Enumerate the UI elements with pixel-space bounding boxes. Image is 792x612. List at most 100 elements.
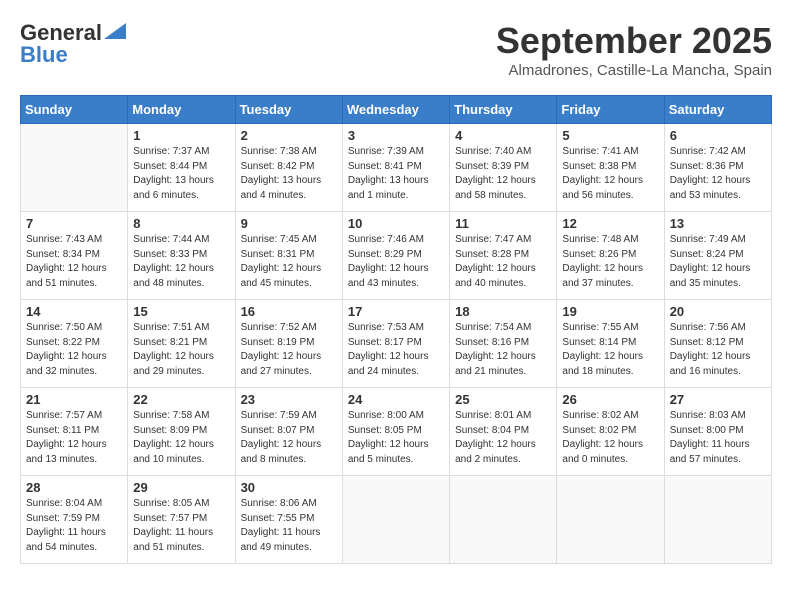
day-info: Sunrise: 7:39 AMSunset: 8:41 PMDaylight:… [348, 145, 444, 203]
day-number: 15 [133, 304, 229, 319]
day-number: 6 [670, 128, 766, 143]
calendar-day-22: 22 Sunrise: 7:58 AMSunset: 8:09 PMDayligh… [128, 388, 235, 476]
day-info: Sunrise: 7:55 AMSunset: 8:14 PMDaylight:… [562, 321, 658, 379]
day-number: 25 [455, 392, 551, 407]
calendar-day-25: 25 Sunrise: 8:01 AMSunset: 8:04 PMDayligh… [450, 388, 557, 476]
day-number: 13 [670, 216, 766, 231]
calendar-day-23: 23Sunrise: 7:59 AMSunset: 8:07 PMDayligh… [235, 388, 342, 476]
calendar-day-13: 13 Sunrise: 7:49 AMSunset: 8:24 PMDayligh… [664, 212, 771, 300]
day-number: 10 [348, 216, 444, 231]
day-info: Sunrise: 7:54 AMSunset: 8:16 PMDaylight:… [455, 321, 551, 379]
calendar-day-11: 11 Sunrise: 7:47 AMSunset: 8:28 PMDayligh… [450, 212, 557, 300]
day-info: Sunrise: 7:46 AMSunset: 8:29 PMDaylight:… [348, 233, 444, 291]
day-number: 19 [562, 304, 658, 319]
day-number: 18 [455, 304, 551, 319]
day-info: Sunrise: 8:04 AMSunset: 7:59 PMDaylight:… [26, 497, 122, 555]
day-info: Sunrise: 8:00 AMSunset: 8:05 PMDaylight:… [348, 409, 444, 467]
day-info: Sunrise: 8:01 AMSunset: 8:04 PMDaylight:… [455, 409, 551, 467]
day-info: Sunrise: 7:43 AMSunset: 8:34 PMDaylight:… [26, 233, 122, 291]
day-number: 11 [455, 216, 551, 231]
calendar-day-20: 20Sunrise: 7:56 AMSunset: 8:12 PMDayligh… [664, 300, 771, 388]
day-number: 26 [562, 392, 658, 407]
day-number: 27 [670, 392, 766, 407]
calendar-day-12: 12Sunrise: 7:48 AMSunset: 8:26 PMDayligh… [557, 212, 664, 300]
day-number: 29 [133, 480, 229, 495]
day-number: 16 [241, 304, 337, 319]
calendar-day-4: 4Sunrise: 7:40 AMSunset: 8:39 PMDaylight… [450, 124, 557, 212]
weekday-header-tuesday: Tuesday [235, 96, 342, 124]
day-number: 7 [26, 216, 122, 231]
day-info: Sunrise: 7:58 AMSunset: 8:09 PMDaylight:… [133, 409, 229, 467]
day-info: Sunrise: 7:49 AMSunset: 8:24 PMDaylight:… [670, 233, 766, 291]
calendar-week-row: 14Sunrise: 7:50 AMSunset: 8:22 PMDayligh… [21, 300, 772, 388]
logo-icon [104, 23, 126, 39]
weekday-header-sunday: Sunday [21, 96, 128, 124]
day-info: Sunrise: 7:47 AMSunset: 8:28 PMDaylight:… [455, 233, 551, 291]
day-number: 3 [348, 128, 444, 143]
calendar-week-row: 7 Sunrise: 7:43 AMSunset: 8:34 PMDaylight… [21, 212, 772, 300]
day-info: Sunrise: 7:44 AMSunset: 8:33 PMDaylight:… [133, 233, 229, 291]
day-info: Sunrise: 7:57 AMSunset: 8:11 PMDaylight:… [26, 409, 122, 467]
calendar-day-26: 26 Sunrise: 8:02 AMSunset: 8:02 PMDayligh… [557, 388, 664, 476]
calendar-day-1: 1 Sunrise: 7:37 AMSunset: 8:44 PMDaylight… [128, 124, 235, 212]
day-info: Sunrise: 7:38 AMSunset: 8:42 PMDaylight:… [241, 145, 337, 203]
weekday-header-friday: Friday [557, 96, 664, 124]
day-number: 9 [241, 216, 337, 231]
day-number: 30 [241, 480, 337, 495]
day-info: Sunrise: 8:03 AMSunset: 8:00 PMDaylight:… [670, 409, 766, 467]
calendar-day-30: 30 Sunrise: 8:06 AMSunset: 7:55 PMDayligh… [235, 476, 342, 564]
calendar-day-19: 19 Sunrise: 7:55 AMSunset: 8:14 PMDayligh… [557, 300, 664, 388]
calendar-week-row: 1 Sunrise: 7:37 AMSunset: 8:44 PMDaylight… [21, 124, 772, 212]
calendar-empty-cell [342, 476, 449, 564]
day-info: Sunrise: 7:53 AMSunset: 8:17 PMDaylight:… [348, 321, 444, 379]
day-info: Sunrise: 7:48 AMSunset: 8:26 PMDaylight:… [562, 233, 658, 291]
day-number: 1 [133, 128, 229, 143]
weekday-header-saturday: Saturday [664, 96, 771, 124]
calendar-empty-cell [557, 476, 664, 564]
day-number: 8 [133, 216, 229, 231]
day-number: 17 [348, 304, 444, 319]
calendar-day-16: 16 Sunrise: 7:52 AMSunset: 8:19 PMDayligh… [235, 300, 342, 388]
weekday-header-monday: Monday [128, 96, 235, 124]
weekday-header-thursday: Thursday [450, 96, 557, 124]
day-number: 28 [26, 480, 122, 495]
day-info: Sunrise: 7:40 AMSunset: 8:39 PMDaylight:… [455, 145, 551, 203]
calendar-day-18: 18 Sunrise: 7:54 AMSunset: 8:16 PMDayligh… [450, 300, 557, 388]
calendar-day-8: 8 Sunrise: 7:44 AMSunset: 8:33 PMDaylight… [128, 212, 235, 300]
calendar-week-row: 21 Sunrise: 7:57 AMSunset: 8:11 PMDayligh… [21, 388, 772, 476]
calendar-day-10: 10 Sunrise: 7:46 AMSunset: 8:29 PMDayligh… [342, 212, 449, 300]
day-number: 24 [348, 392, 444, 407]
calendar-day-21: 21 Sunrise: 7:57 AMSunset: 8:11 PMDayligh… [21, 388, 128, 476]
calendar-day-6: 6 Sunrise: 7:42 AMSunset: 8:36 PMDaylight… [664, 124, 771, 212]
logo-blue: Blue [20, 42, 68, 68]
title-block: September 2025 Almadrones, Castille-La M… [496, 20, 772, 79]
calendar-empty-cell [450, 476, 557, 564]
day-info: Sunrise: 8:06 AMSunset: 7:55 PMDaylight:… [241, 497, 337, 555]
calendar-table: SundayMondayTuesdayWednesdayThursdayFrid… [20, 95, 772, 564]
day-number: 5 [562, 128, 658, 143]
day-info: Sunrise: 8:02 AMSunset: 8:02 PMDaylight:… [562, 409, 658, 467]
calendar-day-9: 9Sunrise: 7:45 AMSunset: 8:31 PMDaylight… [235, 212, 342, 300]
calendar-day-3: 3 Sunrise: 7:39 AMSunset: 8:41 PMDaylight… [342, 124, 449, 212]
calendar-day-17: 17 Sunrise: 7:53 AMSunset: 8:17 PMDayligh… [342, 300, 449, 388]
day-number: 22 [133, 392, 229, 407]
calendar-day-2: 2Sunrise: 7:38 AMSunset: 8:42 PMDaylight… [235, 124, 342, 212]
calendar-day-28: 28 Sunrise: 8:04 AMSunset: 7:59 PMDayligh… [21, 476, 128, 564]
day-number: 20 [670, 304, 766, 319]
day-info: Sunrise: 7:42 AMSunset: 8:36 PMDaylight:… [670, 145, 766, 203]
month-title: September 2025 [496, 20, 772, 62]
page-header: General Blue September 2025 Almadrones, … [20, 20, 772, 79]
day-info: Sunrise: 7:52 AMSunset: 8:19 PMDaylight:… [241, 321, 337, 379]
weekday-header-wednesday: Wednesday [342, 96, 449, 124]
calendar-day-5: 5Sunrise: 7:41 AMSunset: 8:38 PMDaylight… [557, 124, 664, 212]
calendar-day-7: 7 Sunrise: 7:43 AMSunset: 8:34 PMDaylight… [21, 212, 128, 300]
calendar-day-29: 29 Sunrise: 8:05 AMSunset: 7:57 PMDayligh… [128, 476, 235, 564]
day-number: 21 [26, 392, 122, 407]
calendar-day-15: 15 Sunrise: 7:51 AMSunset: 8:21 PMDayligh… [128, 300, 235, 388]
day-info: Sunrise: 7:37 AMSunset: 8:44 PMDaylight:… [133, 145, 229, 203]
calendar-empty-cell [21, 124, 128, 212]
calendar-empty-cell [664, 476, 771, 564]
weekday-header-row: SundayMondayTuesdayWednesdayThursdayFrid… [21, 96, 772, 124]
day-info: Sunrise: 7:51 AMSunset: 8:21 PMDaylight:… [133, 321, 229, 379]
day-info: Sunrise: 8:05 AMSunset: 7:57 PMDaylight:… [133, 497, 229, 555]
